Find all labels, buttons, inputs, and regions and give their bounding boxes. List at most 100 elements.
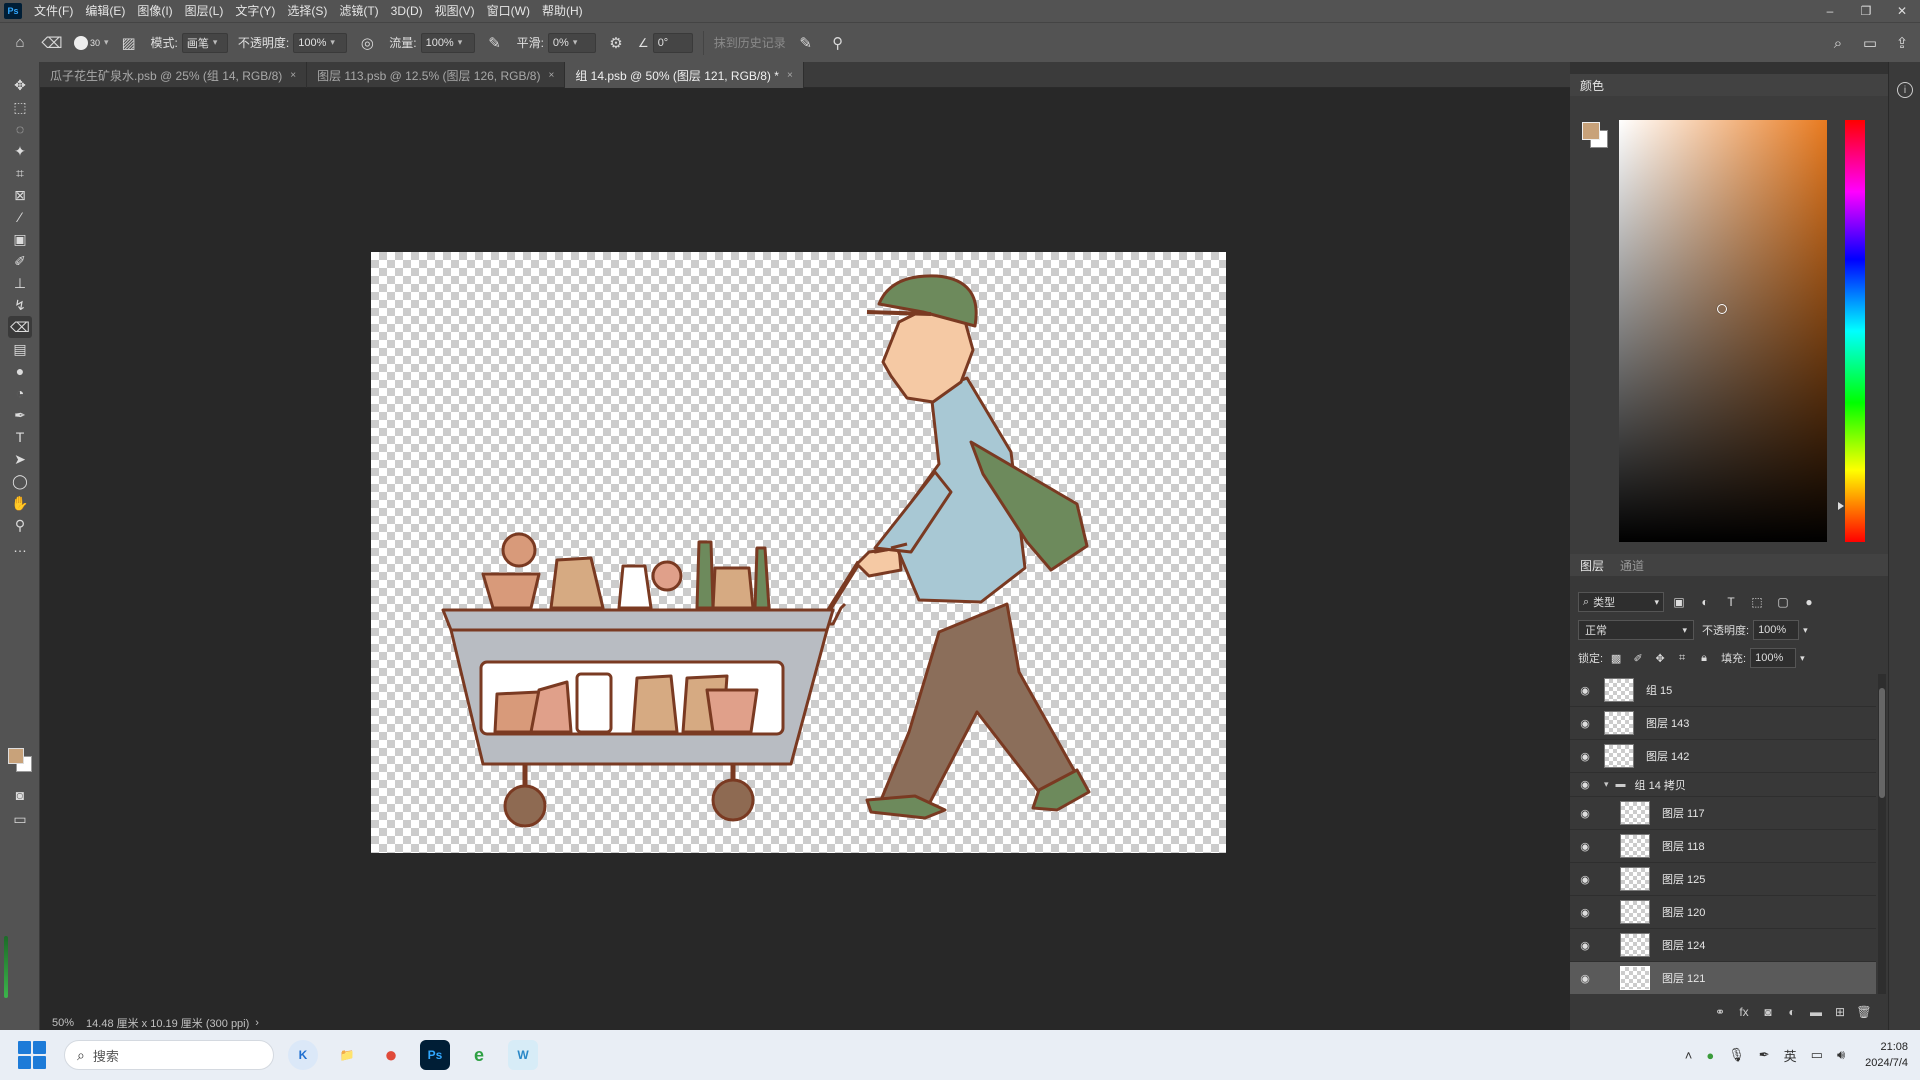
eraser-tool-icon[interactable]: ⌫: [8, 316, 32, 338]
photoshop-taskbar-icon[interactable]: Ps: [420, 1040, 450, 1070]
eye-icon[interactable]: ◉: [1570, 778, 1600, 791]
eye-icon[interactable]: ◉: [1570, 750, 1600, 763]
adjustment-layer-icon[interactable]: ◐: [1780, 1005, 1804, 1019]
layer-row[interactable]: ◉ 图层 143: [1570, 707, 1876, 740]
symmetry-icon[interactable]: ⚲: [826, 31, 850, 55]
hand-tool-icon[interactable]: ✋: [8, 492, 32, 514]
restore-button[interactable]: ❐: [1848, 0, 1884, 22]
history-brush-tool-icon[interactable]: ↯: [8, 294, 32, 316]
minimize-button[interactable]: –: [1812, 0, 1848, 22]
delete-layer-icon[interactable]: 🗑︎: [1852, 1005, 1876, 1019]
frame-tool-icon[interactable]: ⊠: [8, 184, 32, 206]
taskbar-search[interactable]: ⌕ 搜索: [64, 1040, 274, 1070]
menu-select[interactable]: 选择(S): [281, 0, 333, 22]
home-icon[interactable]: ⌂: [8, 31, 32, 55]
brush-size-picker[interactable]: 30 ▾: [74, 35, 109, 50]
gear-icon[interactable]: ⚙: [604, 31, 628, 55]
menu-type[interactable]: 文字(Y): [229, 0, 281, 22]
lock-pixels-icon[interactable]: ✐: [1629, 652, 1647, 665]
pressure-size-icon[interactable]: ✎: [794, 31, 818, 55]
layer-style-icon[interactable]: fx: [1732, 1005, 1756, 1019]
link-layers-icon[interactable]: ⚭: [1708, 1005, 1732, 1019]
layer-row[interactable]: ◉ 组 15: [1570, 674, 1876, 707]
layer-row[interactable]: ◉ 图层 118: [1570, 830, 1876, 863]
layer-row[interactable]: ◉ 图层 117: [1570, 797, 1876, 830]
gradient-tool-icon[interactable]: ▤: [8, 338, 32, 360]
new-group-icon[interactable]: ▬: [1804, 1005, 1828, 1019]
crop-tool-icon[interactable]: ⌗: [8, 162, 32, 184]
lock-artboard-icon[interactable]: ⌗: [1673, 652, 1691, 665]
layer-group-row[interactable]: ◉ ▾ ▬ 组 14 拷贝: [1570, 773, 1876, 797]
layer-row[interactable]: ◉ 图层 120: [1570, 896, 1876, 929]
eye-icon[interactable]: ◉: [1570, 873, 1600, 886]
adjustment-filter-icon[interactable]: ◐: [1694, 595, 1716, 609]
eye-icon[interactable]: ◉: [1570, 684, 1600, 697]
chevron-down-icon[interactable]: ▾: [1803, 625, 1808, 636]
zoom-tool-icon[interactable]: ⚲: [8, 514, 32, 536]
lock-transparency-icon[interactable]: ▩: [1607, 652, 1625, 665]
foreground-color-swatch[interactable]: [1582, 122, 1600, 140]
color-picker-cursor[interactable]: [1717, 304, 1727, 314]
menu-layer[interactable]: 图层(L): [179, 0, 230, 22]
eye-icon[interactable]: ◉: [1570, 717, 1600, 730]
menu-view[interactable]: 视图(V): [429, 0, 481, 22]
app-w-icon[interactable]: W: [508, 1040, 538, 1070]
chrome-icon[interactable]: ●: [376, 1040, 406, 1070]
saturation-brightness-field[interactable]: [1619, 120, 1827, 542]
network-icon[interactable]: ▭: [1811, 1047, 1823, 1063]
volume-icon[interactable]: 🔊︎: [1837, 1047, 1845, 1063]
smart-object-filter-icon[interactable]: ▢: [1772, 595, 1794, 609]
clock[interactable]: 21:08 2024/7/4: [1865, 1039, 1908, 1071]
menu-window[interactable]: 窗口(W): [481, 0, 536, 22]
erase-to-history-checkbox[interactable]: 抹到历史记录: [714, 34, 786, 51]
type-tool-icon[interactable]: T: [8, 426, 32, 448]
menu-file[interactable]: 文件(F): [28, 0, 79, 22]
marquee-tool-icon[interactable]: ⬚: [8, 96, 32, 118]
filter-toggle-icon[interactable]: ●: [1798, 595, 1820, 609]
app-k-icon[interactable]: K: [288, 1040, 318, 1070]
add-mask-icon[interactable]: ◙: [1756, 1005, 1780, 1019]
close-icon[interactable]: ×: [290, 70, 296, 81]
blur-tool-icon[interactable]: ●: [8, 360, 32, 382]
image-filter-icon[interactable]: ▣: [1668, 595, 1690, 609]
pen-tool-icon[interactable]: ✒: [8, 404, 32, 426]
smoothing-input[interactable]: 0% ▾: [547, 32, 596, 53]
path-selection-tool-icon[interactable]: ➤: [8, 448, 32, 470]
airbrush-icon[interactable]: ✎: [483, 31, 507, 55]
layer-row[interactable]: ◉ 图层 125: [1570, 863, 1876, 896]
layer-kind-filter[interactable]: ⌕ 类型 ▾: [1578, 592, 1664, 612]
pressure-opacity-icon[interactable]: ◎: [355, 31, 379, 55]
file-explorer-icon[interactable]: 📁: [332, 1040, 362, 1070]
mode-select[interactable]: 画笔 ▾: [181, 32, 228, 53]
flow-input[interactable]: 100% ▾: [420, 32, 475, 53]
layer-row-selected[interactable]: ◉ 图层 121: [1570, 962, 1876, 994]
more-tools-icon[interactable]: …: [8, 536, 32, 558]
move-tool-icon[interactable]: ✥: [8, 74, 32, 96]
magic-wand-tool-icon[interactable]: ✦: [8, 140, 32, 162]
menu-edit[interactable]: 编辑(E): [79, 0, 131, 22]
menu-image[interactable]: 图像(I): [131, 0, 178, 22]
menu-3d[interactable]: 3D(D): [385, 0, 429, 22]
tab-layers[interactable]: 图层: [1580, 557, 1604, 574]
eyedropper-tool-icon[interactable]: ⁄: [8, 206, 32, 228]
foreground-color-swatch[interactable]: [8, 748, 24, 764]
pen-icon[interactable]: ✒: [1759, 1047, 1770, 1063]
eye-icon[interactable]: ◉: [1570, 939, 1600, 952]
shape-filter-icon[interactable]: ⬚: [1746, 595, 1768, 609]
zoom-level[interactable]: 50%: [52, 1017, 74, 1029]
close-window-button[interactable]: ✕: [1884, 0, 1920, 22]
info-icon[interactable]: i: [1897, 82, 1913, 98]
eraser-tool-preset-icon[interactable]: ⌫: [40, 31, 64, 55]
fill-input[interactable]: 100%: [1750, 648, 1797, 668]
close-icon[interactable]: ×: [548, 70, 554, 81]
ime-indicator[interactable]: 英: [1784, 1046, 1797, 1065]
security-icon[interactable]: ●: [1706, 1048, 1714, 1063]
menu-filter[interactable]: 滤镜(T): [333, 0, 384, 22]
close-icon[interactable]: ×: [787, 70, 793, 81]
tab-channels[interactable]: 通道: [1620, 557, 1644, 574]
tab-document-3[interactable]: 组 14.psb @ 50% (图层 121, RGB/8) * ×: [565, 62, 804, 88]
angle-input[interactable]: 0°: [652, 32, 693, 53]
eye-icon[interactable]: ◉: [1570, 840, 1600, 853]
hue-slider[interactable]: [1845, 120, 1865, 542]
menu-help[interactable]: 帮助(H): [536, 0, 589, 22]
